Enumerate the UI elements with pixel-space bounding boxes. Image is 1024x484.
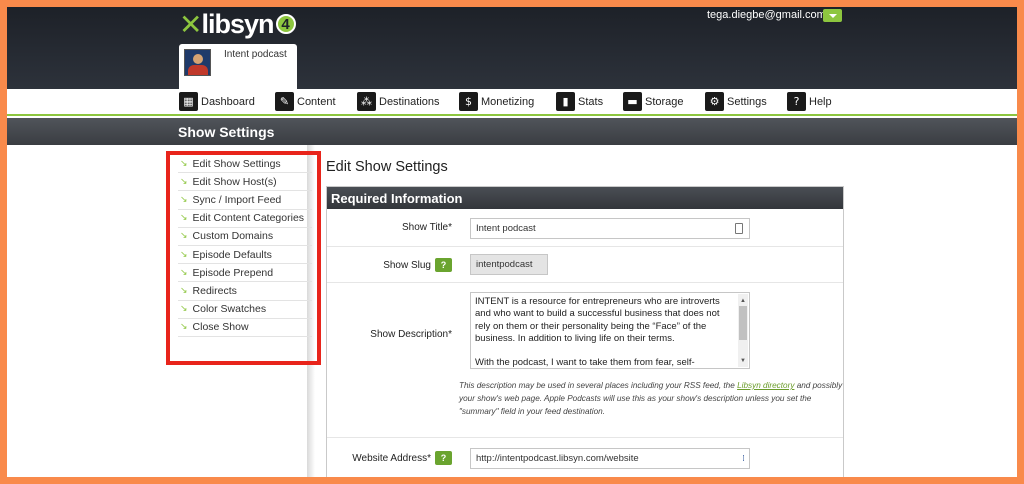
website-help-button[interactable]: ? [435,451,452,465]
dollar-icon: $ [459,92,478,111]
show-description-textarea[interactable]: INTENT is a resource for entrepreneurs w… [470,292,750,369]
content-icon: ✎ [275,92,294,111]
description-help-note: This description may be used in several … [459,379,844,418]
website-row: Website Address* ? http://intentpodcast.… [327,439,843,477]
clipboard-icon [735,223,743,234]
nav-destinations[interactable]: ⁂ Destinations [357,92,440,111]
app-frame: ✕ libsyn 4 tega.diegbe@gmail.com Intent … [7,7,1017,477]
panel-title: Required Information [327,187,843,209]
show-slug-label-text: Show Slug [383,259,431,271]
website-value: http://intentpodcast.libsyn.com/website [476,453,639,464]
nav-stats[interactable]: ▮ Stats [556,92,603,111]
logo-mark-icon: ✕ [179,7,203,41]
scroll-up-icon[interactable]: ▲ [740,295,746,307]
show-tab[interactable]: Intent podcast [179,44,297,94]
password-manager-icon: ⁞ [742,454,745,464]
website-label-text: Website Address* [352,452,431,464]
user-email[interactable]: tega.diegbe@gmail.com [707,9,826,21]
scroll-down-icon[interactable]: ▼ [740,355,746,367]
main-nav: ▦ Dashboard ✎ Content ⁂ Destinations $ M… [7,89,1017,116]
sidebar-highlight-box [166,151,321,365]
show-description-label: Show Description* [370,329,452,340]
question-icon: ? [787,92,806,111]
page-title: Show Settings [178,124,275,140]
show-slug-help-button[interactable]: ? [435,258,452,272]
website-input[interactable]: http://intentpodcast.libsyn.com/website … [470,448,750,469]
show-slug-label: Show Slug ? [383,258,452,272]
libsyn-directory-link[interactable]: Libsyn directory [737,381,794,390]
website-label: Website Address* ? [352,451,452,465]
nav-label: Content [297,95,336,108]
top-header: ✕ libsyn 4 tega.diegbe@gmail.com Intent … [7,7,1017,94]
show-slug-input[interactable]: intentpodcast [470,254,548,275]
show-tab-name: Intent podcast [224,49,287,60]
nav-monetizing[interactable]: $ Monetizing [459,92,534,111]
nav-label: Help [809,95,832,108]
nav-label: Settings [727,95,767,108]
logo-text: libsyn [201,8,274,39]
bar-chart-icon: ▮ [556,92,575,111]
description-paragraph: INTENT is a resource for entrepreneurs w… [475,296,720,344]
nav-label: Destinations [379,95,440,108]
nav-label: Monetizing [481,95,535,108]
show-title-label: Show Title* [401,222,452,233]
required-info-panel: Required Information Show Title* Intent … [326,186,844,477]
page-title-band: Show Settings [7,118,1017,145]
show-title-row: Show Title* Intent podcast [327,210,843,247]
description-paragraph: With the podcast, I want to take them fr… [475,357,695,369]
nav-label: Stats [578,95,604,108]
logo-version-badge: 4 [275,14,296,34]
nav-label: Storage [645,95,684,108]
main-title: Edit Show Settings [326,159,448,175]
note-text: This description may be used in several … [459,381,738,390]
user-menu-dropdown-icon[interactable] [823,9,842,22]
show-description-row: Show Description* INTENT is a resource f… [327,283,843,438]
nav-storage[interactable]: ▬ Storage [623,92,684,111]
destinations-icon: ⁂ [357,92,376,111]
nav-help[interactable]: ? Help [787,92,832,111]
nav-content[interactable]: ✎ Content [275,92,336,111]
show-slug-value: intentpodcast [476,259,533,270]
show-title-input[interactable]: Intent podcast [470,218,750,239]
show-title-value: Intent podcast [476,223,536,234]
storage-icon: ▬ [623,92,642,111]
libsyn-logo[interactable]: ✕ libsyn 4 [179,7,296,41]
nav-settings[interactable]: ⚙ Settings [705,92,767,111]
gear-icon: ⚙ [705,92,724,111]
nav-dashboard[interactable]: ▦ Dashboard [179,92,255,111]
nav-label: Dashboard [201,95,255,108]
show-artwork-thumbnail [184,49,211,76]
grid-icon: ▦ [179,92,198,111]
show-slug-row: Show Slug ? intentpodcast [327,247,843,283]
